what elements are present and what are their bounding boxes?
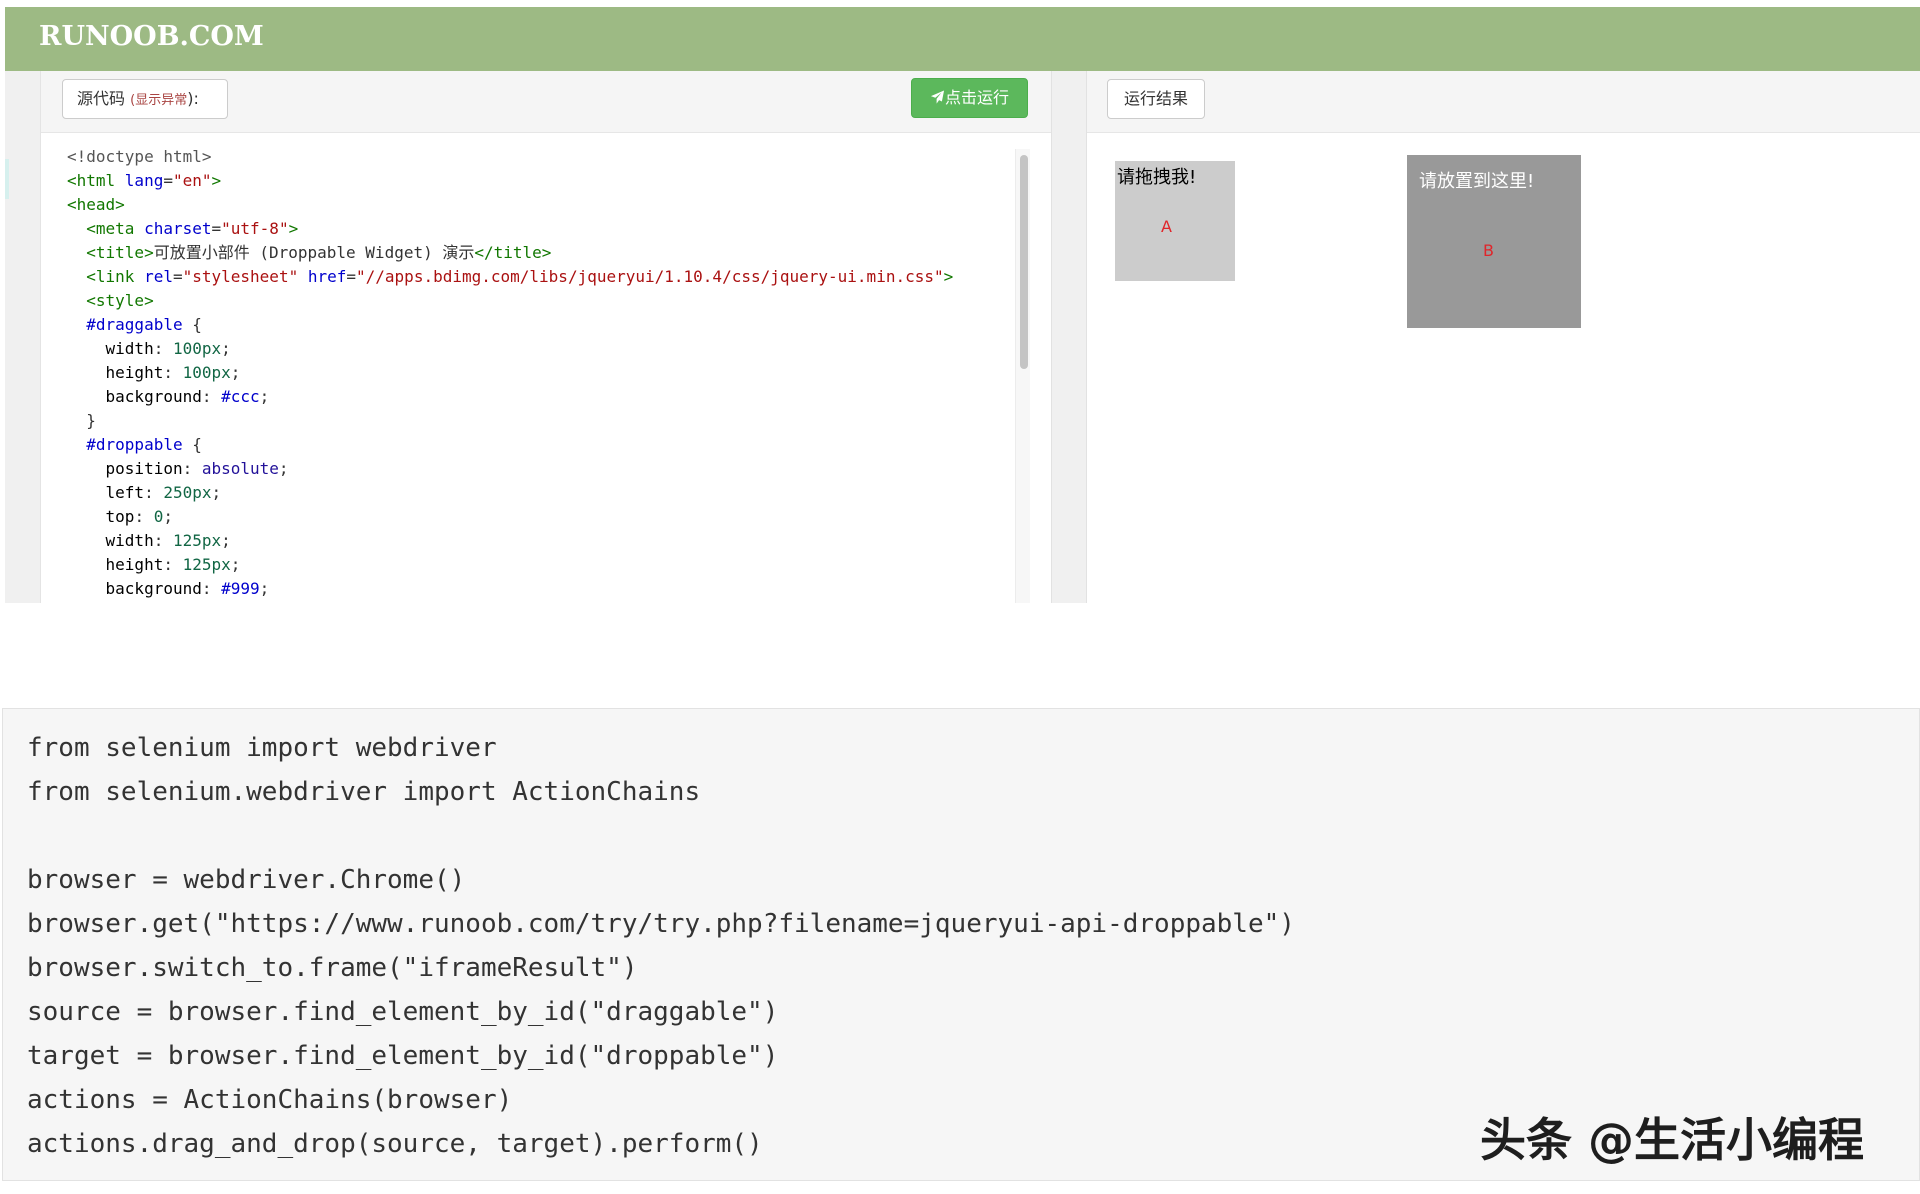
site-logo[interactable]: RUNOOB.COM <box>39 21 264 52</box>
source-panel-header: 源代码 (显示异常): 点击运行 <box>41 71 1051 133</box>
source-code-suffix: ): <box>187 89 199 108</box>
draggable-label: 请拖拽我! <box>1117 167 1197 188</box>
result-panel-header: 运行结果 <box>1087 71 1920 133</box>
site-header: RUNOOB.COM <box>5 7 1920 71</box>
paper-plane-icon <box>930 88 945 107</box>
toutiao-watermark: 头条 @生活小编程 <box>1480 1113 1865 1167</box>
code-line: <!doctype html> <box>67 147 212 166</box>
source-code-label: 源代码 <box>77 89 126 108</box>
code-line: width: 100px; <box>105 339 231 358</box>
code-editor[interactable]: <!doctype html> <html lang="en"> <head> … <box>41 133 1051 603</box>
runoob-try-editor: RUNOOB.COM 源代码 (显示异常): 点击运行 <!doctype ht… <box>5 7 1920 603</box>
python-code-line: browser = webdriver.Chrome() <box>27 865 466 895</box>
python-code-line: actions.drag_and_drop(source, target).pe… <box>27 1129 763 1159</box>
code-line: <head> <box>67 195 125 214</box>
python-code-line: from selenium import webdriver <box>27 733 497 763</box>
code-line: #droppable { <box>86 435 202 454</box>
draggable-box[interactable]: 请拖拽我! A <box>1115 161 1235 281</box>
droppable-label: 请放置到这里! <box>1419 171 1535 192</box>
code-line: background: #999; <box>105 579 270 598</box>
panel-divider[interactable] <box>1051 71 1087 603</box>
run-button-label: 点击运行 <box>944 88 1009 107</box>
python-code-line: browser.switch_to.frame("iframeResult") <box>27 953 638 983</box>
python-code-line: from selenium.webdriver import ActionCha… <box>27 777 701 807</box>
iframe-result: 请拖拽我! A 请放置到这里! B <box>1087 133 1920 603</box>
python-code-line: actions = ActionChains(browser) <box>27 1085 513 1115</box>
python-code-line: browser.get("https://www.runoob.com/try/… <box>27 909 1295 939</box>
code-line: <link rel="stylesheet" href="//apps.bdim… <box>86 267 954 286</box>
python-source-code: from selenium import webdriver from sele… <box>27 726 1295 1166</box>
code-line: <meta charset="utf-8"> <box>86 219 299 238</box>
droppable-box[interactable]: 请放置到这里! B <box>1407 155 1581 328</box>
code-line: top: 0; <box>105 507 173 526</box>
html-source-code: <!doctype html> <html lang="en"> <head> … <box>67 145 953 601</box>
draggable-letter: A <box>1161 217 1172 236</box>
code-line: #draggable { <box>86 315 202 334</box>
code-line: height: 125px; <box>105 555 241 574</box>
code-line: height: 100px; <box>105 363 241 382</box>
code-line: background: #ccc; <box>105 387 270 406</box>
python-code-line: source = browser.find_element_by_id("dra… <box>27 997 779 1027</box>
left-gutter <box>5 71 41 603</box>
gutter-marker <box>5 159 9 199</box>
editor-scrollbar-thumb[interactable] <box>1020 155 1028 369</box>
run-result-button[interactable]: 运行结果 <box>1107 79 1205 119</box>
droppable-letter: B <box>1483 241 1494 260</box>
code-line: width: 125px; <box>105 531 231 550</box>
source-code-panel: 源代码 (显示异常): 点击运行 <!doctype html> <html l… <box>41 71 1051 603</box>
result-panel: 运行结果 请拖拽我! A 请放置到这里! B <box>1087 71 1920 603</box>
code-line: <style> <box>86 291 154 310</box>
code-line: <title>可放置小部件 (Droppable Widget) 演示</tit… <box>86 243 552 262</box>
source-code-button[interactable]: 源代码 (显示异常): <box>62 79 228 119</box>
run-button[interactable]: 点击运行 <box>911 78 1028 118</box>
show-error-link[interactable]: 显示异常 <box>135 93 187 108</box>
code-line: } <box>67 411 96 430</box>
code-line: <html lang="en"> <box>67 171 222 190</box>
python-code-line: target = browser.find_element_by_id("dro… <box>27 1041 779 1071</box>
code-line: left: 250px; <box>105 483 222 502</box>
code-line: position: absolute; <box>105 459 289 478</box>
